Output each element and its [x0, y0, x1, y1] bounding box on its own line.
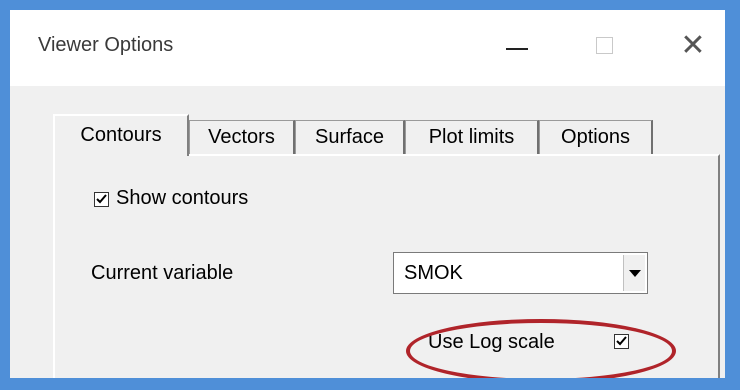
tab-label: Vectors: [208, 126, 275, 148]
show-contours-label[interactable]: Show contours: [116, 187, 248, 210]
current-variable-label: Current variable: [91, 262, 234, 284]
checkmark-icon: [96, 194, 107, 204]
tab-vectors[interactable]: Vectors: [189, 120, 295, 154]
tab-label: Contours: [80, 124, 162, 146]
tab-label: Surface: [315, 126, 384, 148]
dropdown-button[interactable]: [623, 255, 645, 291]
window-title: Viewer Options: [38, 34, 174, 56]
tab-options[interactable]: Options: [539, 120, 653, 154]
chevron-down-icon: [629, 270, 641, 277]
screenshot-frame: Viewer Options ✕ Contours Vectors Surfac…: [0, 0, 740, 390]
minimize-icon: [506, 48, 528, 50]
maximize-button: [576, 26, 634, 66]
show-contours-checkbox[interactable]: [94, 192, 109, 207]
tab-label: Options: [561, 126, 630, 148]
close-icon: ✕: [680, 29, 706, 62]
title-bar[interactable]: Viewer Options ✕: [10, 10, 725, 86]
current-variable-value: SMOK: [404, 262, 463, 284]
tab-plot-limits[interactable]: Plot limits: [405, 120, 539, 154]
current-variable-select[interactable]: SMOK: [393, 252, 648, 294]
tab-surface[interactable]: Surface: [295, 120, 405, 154]
tab-contours[interactable]: Contours: [53, 114, 189, 156]
maximize-icon: [596, 37, 613, 54]
close-button[interactable]: ✕: [664, 26, 722, 66]
tab-label: Plot limits: [428, 126, 515, 148]
viewer-options-dialog: Viewer Options ✕ Contours Vectors Surfac…: [10, 10, 725, 378]
minimize-button[interactable]: [488, 26, 546, 66]
highlight-annotation: [406, 319, 676, 378]
